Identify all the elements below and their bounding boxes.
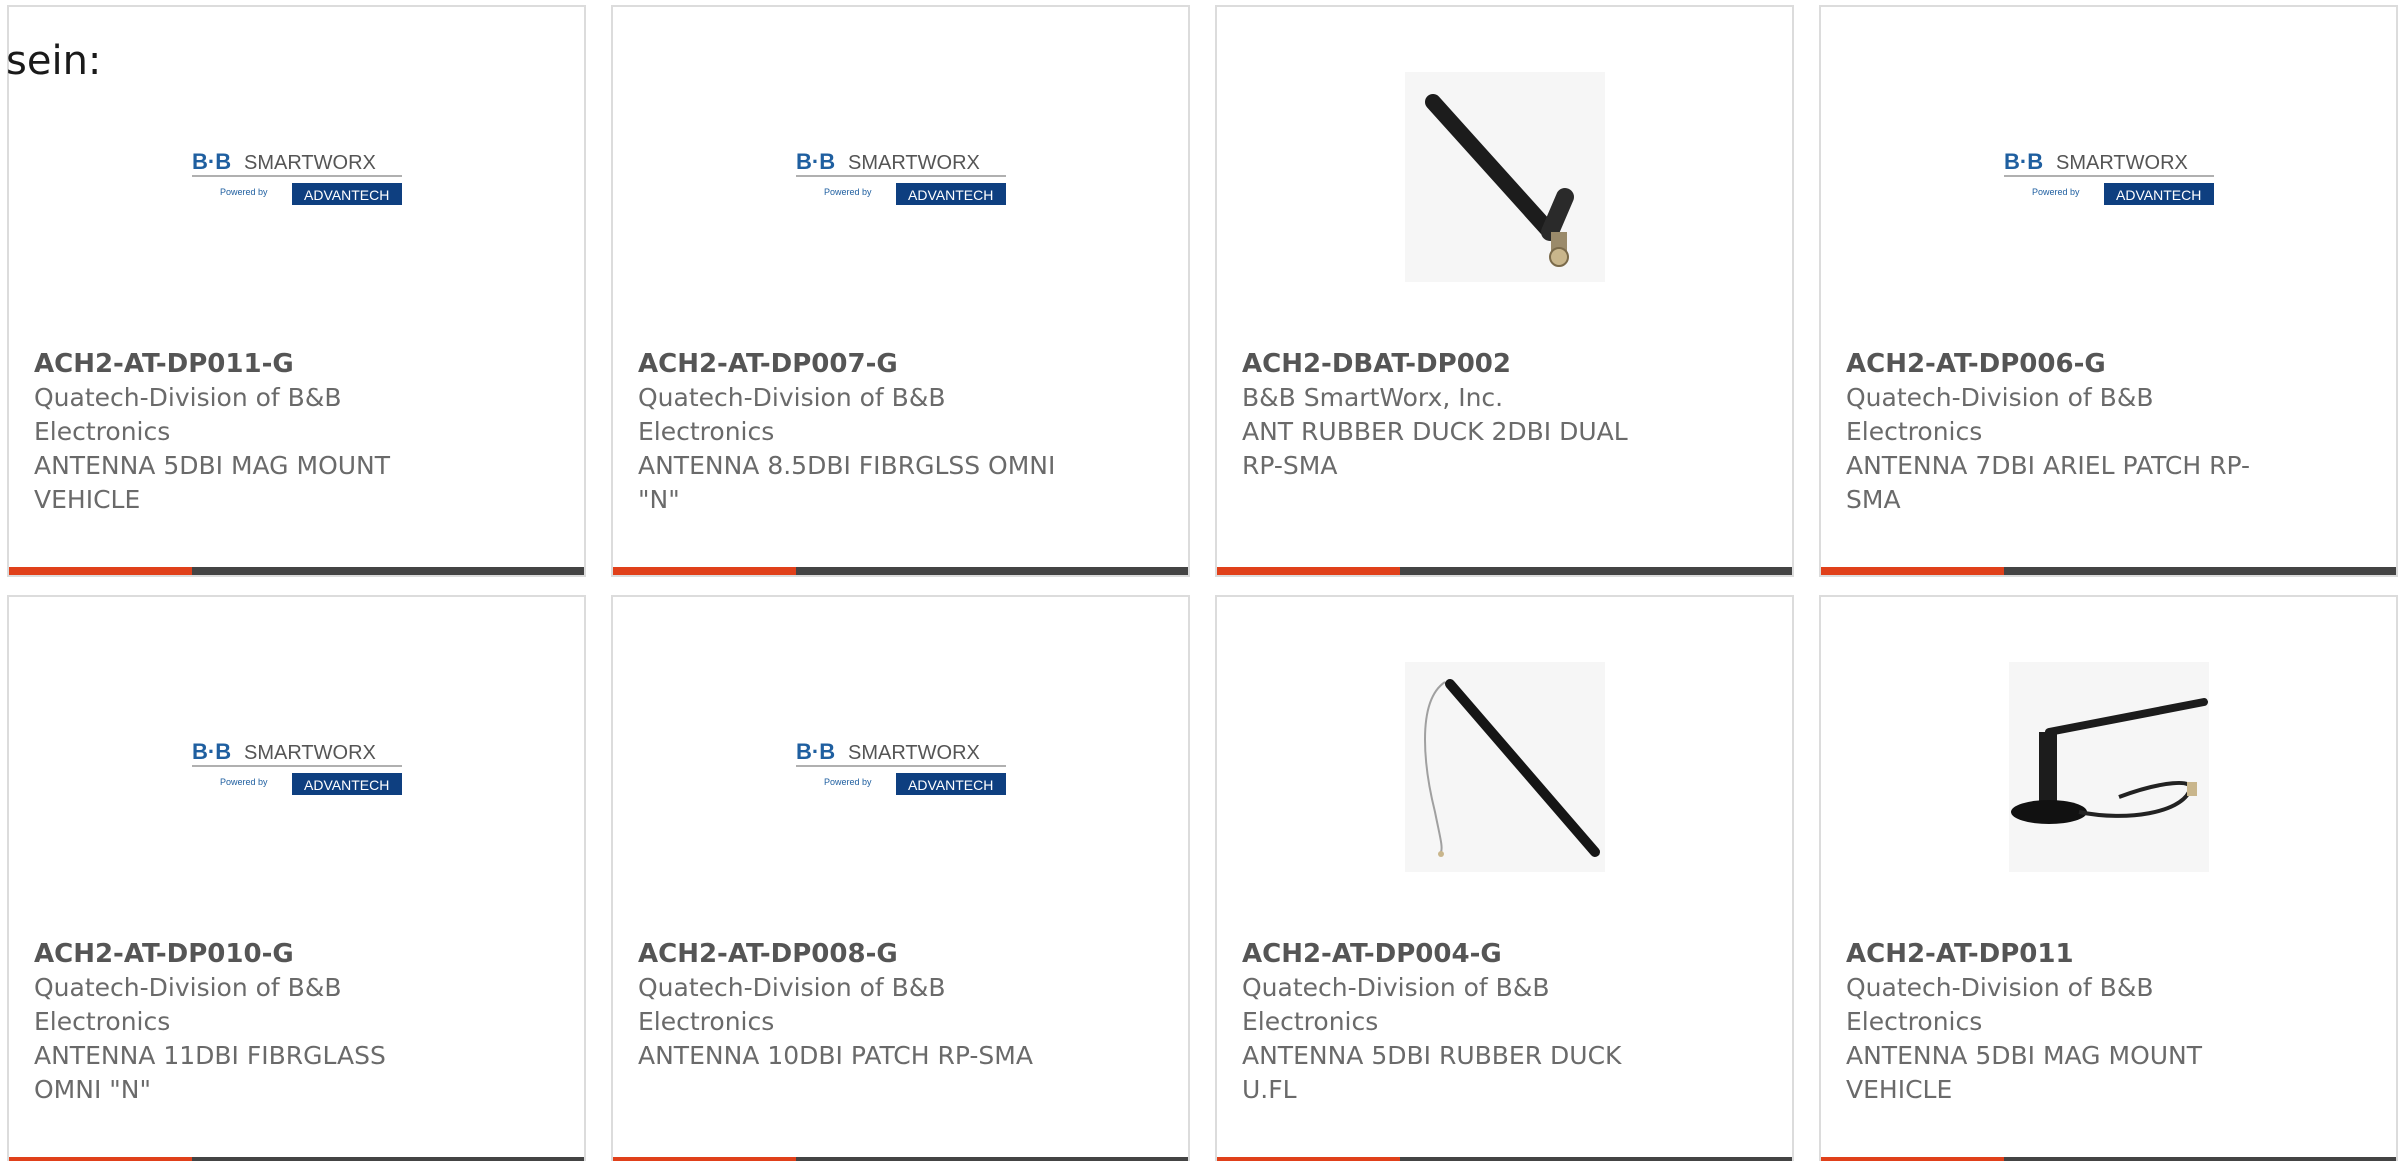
svg-text:ADVANTECH: ADVANTECH: [908, 777, 993, 793]
product-image: [1217, 657, 1792, 877]
product-info: ACH2-AT-DP011 Quatech-Division of B&B El…: [1846, 937, 2266, 1107]
part-number[interactable]: ACH2-AT-DP006-G: [1846, 347, 2266, 381]
product-info: ACH2-AT-DP004-G Quatech-Division of B&B …: [1242, 937, 1662, 1107]
product-info: ACH2-DBAT-DP002 B&B SmartWorx, Inc. ANT …: [1242, 347, 1662, 483]
card-accent-bar: [9, 567, 584, 575]
product-description: ANTENNA 11DBI FIBRGLASS OMNI "N": [34, 1041, 386, 1104]
svg-text:Powered by: Powered by: [824, 187, 872, 197]
vendor-name: Quatech-Division of B&B Electronics: [1846, 383, 2154, 446]
accent-segment: [613, 1157, 796, 1161]
product-info: ACH2-AT-DP007-G Quatech-Division of B&B …: [638, 347, 1058, 517]
product-info: ACH2-AT-DP011-G Quatech-Division of B&B …: [34, 347, 454, 517]
part-number[interactable]: ACH2-AT-DP004-G: [1242, 937, 1662, 971]
svg-text:ADVANTECH: ADVANTECH: [304, 187, 389, 203]
product-description: ANTENNA 5DBI MAG MOUNT VEHICLE: [1846, 1041, 2203, 1104]
product-image: B·B SMARTWORX Powered by ADVANTECH: [9, 657, 584, 877]
product-card[interactable]: B·B SMARTWORX Powered by ADVANTECH ACH2-…: [611, 5, 1190, 577]
svg-text:Powered by: Powered by: [824, 777, 872, 787]
vendor-name: B&B SmartWorx, Inc.: [1242, 383, 1504, 412]
svg-text:Powered by: Powered by: [2032, 187, 2080, 197]
page: sein: B·B SMARTWORX Powered by ADVANTECH…: [0, 0, 2400, 1161]
card-accent-bar: [9, 1157, 584, 1161]
product-grid: B·B SMARTWORX Powered by ADVANTECH ACH2-…: [7, 5, 2398, 1161]
product-card[interactable]: ACH2-AT-DP004-G Quatech-Division of B&B …: [1215, 595, 1794, 1161]
product-info: ACH2-AT-DP006-G Quatech-Division of B&B …: [1846, 347, 2266, 517]
svg-text:B·B: B·B: [796, 739, 835, 764]
product-image: B·B SMARTWORX Powered by ADVANTECH: [9, 67, 584, 287]
logo-icon: B·B SMARTWORX Powered by ADVANTECH: [2003, 147, 2214, 207]
product-card[interactable]: B·B SMARTWORX Powered by ADVANTECH ACH2-…: [611, 595, 1190, 1161]
vendor-name: Quatech-Division of B&B Electronics: [638, 383, 946, 446]
svg-text:B·B: B·B: [796, 149, 835, 174]
vendor-name: Quatech-Division of B&B Electronics: [1242, 973, 1550, 1036]
part-number[interactable]: ACH2-AT-DP007-G: [638, 347, 1058, 381]
card-accent-bar: [613, 567, 1188, 575]
product-card[interactable]: B·B SMARTWORX Powered by ADVANTECH ACH2-…: [7, 5, 586, 577]
svg-text:Powered by: Powered by: [220, 187, 268, 197]
product-card[interactable]: B·B SMARTWORX Powered by ADVANTECH ACH2-…: [7, 595, 586, 1161]
product-image: B·B SMARTWORX Powered by ADVANTECH: [613, 657, 1188, 877]
vendor-name: Quatech-Division of B&B Electronics: [638, 973, 946, 1036]
product-info: ACH2-AT-DP008-G Quatech-Division of B&B …: [638, 937, 1058, 1073]
part-number[interactable]: ACH2-AT-DP008-G: [638, 937, 1058, 971]
vendor-name: Quatech-Division of B&B Electronics: [34, 383, 342, 446]
product-card[interactable]: ACH2-AT-DP011 Quatech-Division of B&B El…: [1819, 595, 2398, 1161]
product-description: ANT RUBBER DUCK 2DBI DUAL RP-SMA: [1242, 417, 1628, 480]
product-description: ANTENNA 5DBI RUBBER DUCK U.FL: [1242, 1041, 1622, 1104]
logo-icon: B·B SMARTWORX Powered by ADVANTECH: [795, 737, 1006, 797]
svg-text:ADVANTECH: ADVANTECH: [304, 777, 389, 793]
logo-icon: B·B SMARTWORX Powered by ADVANTECH: [191, 737, 402, 797]
svg-text:B·B: B·B: [192, 149, 231, 174]
card-accent-bar: [1217, 567, 1792, 575]
accent-segment: [1217, 1157, 1400, 1161]
accent-segment: [9, 567, 192, 575]
part-number[interactable]: ACH2-AT-DP010-G: [34, 937, 454, 971]
svg-text:ADVANTECH: ADVANTECH: [908, 187, 993, 203]
product-card[interactable]: ACH2-DBAT-DP002 B&B SmartWorx, Inc. ANT …: [1215, 5, 1794, 577]
card-accent-bar: [1217, 1157, 1792, 1161]
svg-text:B·B: B·B: [192, 739, 231, 764]
product-description: ANTENNA 8.5DBI FIBRGLSS OMNI "N": [638, 451, 1056, 514]
accent-segment: [1821, 567, 2004, 575]
logo-icon: B·B SMARTWORX Powered by ADVANTECH: [795, 147, 1006, 207]
vendor-name: Quatech-Division of B&B Electronics: [1846, 973, 2154, 1036]
svg-text:SMARTWORX: SMARTWORX: [244, 152, 376, 174]
product-description: ANTENNA 10DBI PATCH RP-SMA: [638, 1041, 1033, 1070]
product-card[interactable]: B·B SMARTWORX Powered by ADVANTECH ACH2-…: [1819, 5, 2398, 577]
accent-segment: [9, 1157, 192, 1161]
product-info: ACH2-AT-DP010-G Quatech-Division of B&B …: [34, 937, 454, 1107]
product-description: ANTENNA 7DBI ARIEL PATCH RP-SMA: [1846, 451, 2251, 514]
mag-mount-antenna-icon: [2008, 662, 2209, 872]
product-image: B·B SMARTWORX Powered by ADVANTECH: [613, 67, 1188, 287]
svg-text:ADVANTECH: ADVANTECH: [2116, 187, 2201, 203]
part-number[interactable]: ACH2-AT-DP011-G: [34, 347, 454, 381]
part-number[interactable]: ACH2-AT-DP011: [1846, 937, 2266, 971]
accent-segment: [613, 567, 796, 575]
part-number[interactable]: ACH2-DBAT-DP002: [1242, 347, 1662, 381]
product-description: ANTENNA 5DBI MAG MOUNT VEHICLE: [34, 451, 391, 514]
card-accent-bar: [1821, 1157, 2396, 1161]
accent-segment: [1217, 567, 1400, 575]
rubber-duck-antenna-icon: [1404, 72, 1605, 282]
svg-text:Powered by: Powered by: [220, 777, 268, 787]
intro-text: sein:: [6, 38, 102, 84]
product-image: [1821, 657, 2396, 877]
card-accent-bar: [613, 1157, 1188, 1161]
svg-text:SMARTWORX: SMARTWORX: [848, 742, 980, 764]
svg-text:SMARTWORX: SMARTWORX: [848, 152, 980, 174]
svg-text:SMARTWORX: SMARTWORX: [2056, 152, 2188, 174]
card-accent-bar: [1821, 567, 2396, 575]
product-image: B·B SMARTWORX Powered by ADVANTECH: [1821, 67, 2396, 287]
svg-text:B·B: B·B: [2004, 149, 2043, 174]
cabled-antenna-icon: [1404, 662, 1605, 872]
svg-text:SMARTWORX: SMARTWORX: [244, 742, 376, 764]
product-image: [1217, 67, 1792, 287]
logo-icon: B·B SMARTWORX Powered by ADVANTECH: [191, 147, 402, 207]
vendor-name: Quatech-Division of B&B Electronics: [34, 973, 342, 1036]
accent-segment: [1821, 1157, 2004, 1161]
